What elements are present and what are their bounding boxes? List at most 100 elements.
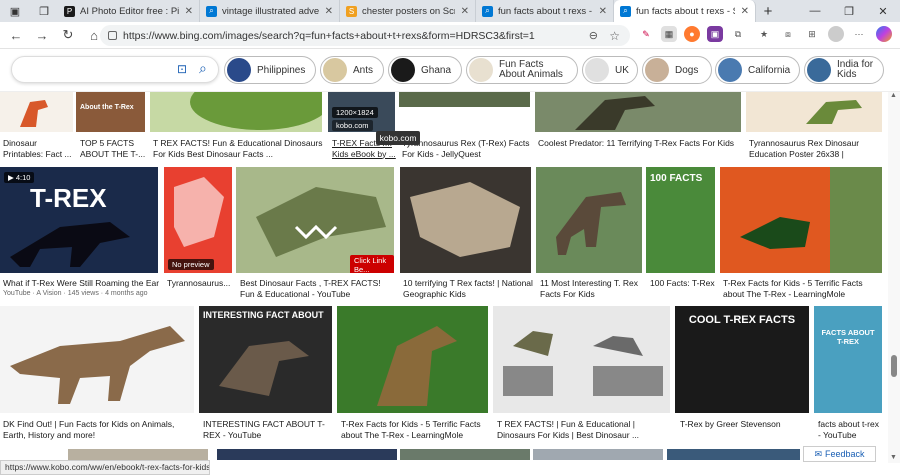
favorite-star-icon[interactable]: ☆: [609, 29, 620, 43]
result-caption[interactable]: Tyrannosaurus Rex (T-Rex) Facts For Kids…: [402, 138, 532, 160]
extension-icon[interactable]: ●: [684, 26, 700, 42]
result-caption[interactable]: Tyrannosaurus...: [167, 278, 233, 290]
result-caption[interactable]: T REX FACTS! Fun & Educational Dinosaurs…: [153, 138, 323, 160]
close-icon[interactable]: ✕: [741, 6, 749, 17]
visual-search-icon[interactable]: ⊡: [177, 62, 187, 76]
new-tab-icon[interactable]: +: [756, 3, 780, 20]
tab-vintage[interactable]: ⌕vintage illustrated advertise✕: [200, 0, 340, 22]
zoom-icon[interactable]: ⊖: [589, 29, 598, 42]
result-caption[interactable]: T-Rex by Greer Stevenson: [680, 419, 810, 431]
result-image[interactable]: [68, 449, 208, 460]
result-image[interactable]: [0, 92, 73, 132]
extensions-puzzle-icon[interactable]: ⧉: [730, 26, 746, 42]
tab-scratch[interactable]: Schester posters on Scratch✕: [340, 0, 476, 22]
close-icon[interactable]: ✕: [461, 6, 469, 17]
close-icon[interactable]: ✕: [599, 6, 607, 17]
result-image[interactable]: [535, 92, 741, 132]
chip-uk[interactable]: UK: [582, 56, 638, 84]
favorites-icon[interactable]: ★: [756, 26, 772, 42]
result-caption[interactable]: facts about t-rex - YouTube: [818, 419, 884, 441]
window-close-icon[interactable]: ✕: [866, 5, 900, 18]
result-image[interactable]: [217, 449, 397, 460]
image-results-grid: Dinosaur Printables: Fact ... About the …: [0, 92, 888, 460]
tab-trex-active[interactable]: ⌕fun facts about t rexs - Sear✕: [614, 0, 756, 22]
back-icon[interactable]: ←: [6, 25, 26, 45]
result-video-thumbnail[interactable]: INTERESTING FACT ABOUT: [199, 306, 332, 413]
chip-ghana[interactable]: Ghana: [388, 56, 462, 84]
result-caption[interactable]: Coolest Predator: 11 Terrifying T-Rex Fa…: [538, 138, 738, 150]
trex-skull: [410, 182, 520, 257]
result-caption[interactable]: TOP 5 FACTS ABOUT THE T-...: [80, 138, 146, 160]
trex-silhouette: [10, 222, 130, 267]
result-image[interactable]: [400, 167, 531, 273]
chip-california[interactable]: California: [715, 56, 800, 84]
chip-ants[interactable]: Ants: [320, 56, 384, 84]
maximize-icon[interactable]: ❐: [832, 5, 866, 18]
downloads-icon[interactable]: ⊞: [804, 26, 820, 42]
result-image[interactable]: [150, 92, 322, 132]
result-image[interactable]: [0, 306, 194, 413]
tab-trex-1[interactable]: ⌕fun facts about t rexs - Sear✕: [476, 0, 614, 22]
chip-india-for-kids[interactable]: India for Kids: [804, 56, 884, 84]
more-menu-icon[interactable]: ⋯: [851, 26, 867, 42]
scroll-down-icon[interactable]: ▼: [890, 454, 897, 461]
close-icon[interactable]: ✕: [185, 6, 193, 17]
result-image[interactable]: [337, 306, 488, 413]
result-image[interactable]: [720, 167, 882, 273]
extension-icon[interactable]: ▣: [707, 26, 723, 42]
result-image[interactable]: FACTS ABOUT T-REX: [814, 306, 882, 413]
result-image-hovered[interactable]: 1200×1824 kobo.com: [328, 92, 395, 132]
result-caption[interactable]: 10 terrifying T Rex facts! | National Ge…: [403, 278, 533, 300]
chip-philippines[interactable]: Philippines: [224, 56, 316, 84]
result-caption[interactable]: INTERESTING FACT ABOUT T-REX - YouTube: [203, 419, 333, 441]
result-caption[interactable]: 100 Facts: T-Rex: [650, 278, 716, 290]
feedback-button[interactable]: ✉ Feedback: [803, 446, 876, 462]
avatar[interactable]: [828, 26, 844, 42]
close-icon[interactable]: ✕: [325, 6, 333, 17]
url-bar[interactable]: https://www.bing.com/images/search?q=fun…: [100, 25, 630, 46]
result-image[interactable]: [399, 92, 530, 107]
result-caption[interactable]: Dinosaur Printables: Fact ...: [3, 138, 73, 160]
search-icon[interactable]: ⌕: [199, 60, 207, 77]
minimize-icon[interactable]: —: [798, 5, 832, 17]
dinosaur-illustration: [20, 100, 48, 127]
result-image[interactable]: No preview: [164, 167, 232, 273]
result-caption[interactable]: Best Dinosaur Facts , T-REX FACTS! Fun &…: [240, 278, 396, 300]
page-scrollbar[interactable]: ▲ ▼: [888, 92, 900, 463]
result-caption[interactable]: What if T-Rex Were Still Roaming the Ear…: [3, 278, 159, 290]
result-image[interactable]: 100 FACTS: [646, 167, 715, 273]
scroll-up-icon[interactable]: ▲: [890, 92, 897, 99]
result-image[interactable]: [533, 449, 663, 460]
result-caption[interactable]: T REX FACTS! | Fun & Educational | Dinos…: [497, 419, 673, 441]
copilot-icon[interactable]: [876, 26, 892, 42]
result-image[interactable]: [493, 306, 670, 413]
result-caption[interactable]: T-Rex Facts for Kids - 5 Terrific Facts …: [341, 419, 491, 441]
refresh-icon[interactable]: ↻: [58, 25, 78, 45]
trex-head-illustration: [190, 92, 322, 130]
extension-icon[interactable]: ▦: [661, 26, 677, 42]
result-caption[interactable]: T-Rex Facts for Kids - 5 Terrific Facts …: [723, 278, 883, 300]
result-image[interactable]: [536, 167, 642, 273]
extension-icon[interactable]: ✎: [638, 26, 654, 42]
chip-fun-facts-animals[interactable]: Fun Facts About Animals: [466, 56, 578, 84]
result-video-thumbnail[interactable]: Click Link Be...: [236, 167, 394, 273]
tab-actions-icon[interactable]: ❐: [30, 5, 58, 18]
scrollbar-thumb[interactable]: [891, 355, 897, 377]
search-input[interactable]: ⊡ ⌕: [11, 56, 219, 83]
tab-pixlr[interactable]: PAI Photo Editor free : Pixlr Ex✕: [58, 0, 200, 22]
chip-dogs[interactable]: Dogs: [642, 56, 712, 84]
chip-thumbnail: [469, 58, 493, 82]
collections-icon[interactable]: ⧈: [780, 26, 796, 42]
result-video-thumbnail[interactable]: ▶ 4:10 T-REX: [0, 167, 158, 273]
sidebar-icon[interactable]: ▣: [0, 5, 30, 18]
result-image[interactable]: [746, 92, 882, 132]
result-image[interactable]: [667, 449, 800, 460]
result-image[interactable]: COOL T-REX FACTS: [675, 306, 809, 413]
result-image[interactable]: About the T-Rex: [76, 92, 145, 132]
forward-icon[interactable]: →: [32, 25, 52, 45]
result-caption[interactable]: Tyrannosaurus Rex Dinosaur Education Pos…: [749, 138, 881, 160]
trex-scene: [575, 96, 655, 130]
result-image[interactable]: [400, 449, 530, 460]
result-caption[interactable]: 11 Most Interesting T. Rex Facts For Kid…: [540, 278, 644, 300]
result-caption[interactable]: DK Find Out! | Fun Facts for Kids on Ani…: [3, 419, 193, 441]
